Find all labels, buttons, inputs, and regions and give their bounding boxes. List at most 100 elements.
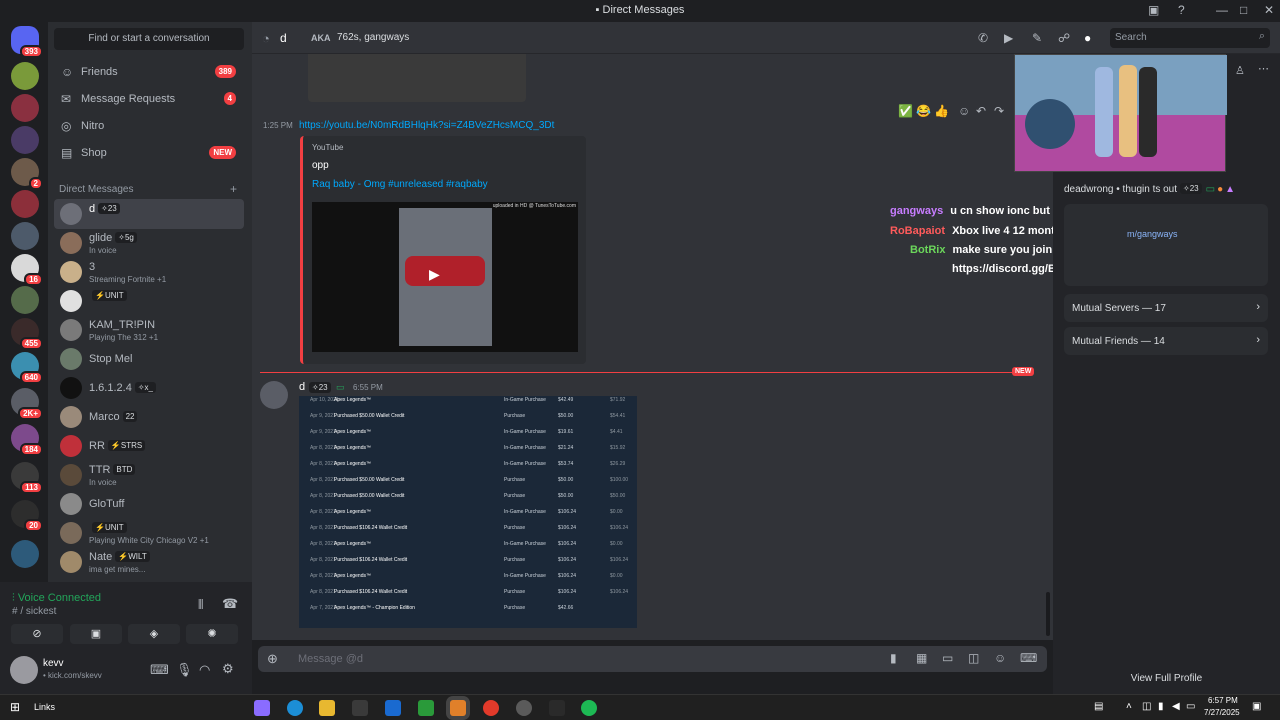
camera-off-button[interactable]: ⊘	[11, 624, 63, 644]
dm-item[interactable]: RR ⚡STRS	[54, 431, 244, 461]
embed-title[interactable]: Raq baby - Omg #unreleased #raqbaby	[312, 179, 488, 190]
nav-nitro[interactable]: ◎ Nitro	[54, 113, 244, 139]
mic-tray-icon[interactable]: ▮	[1158, 701, 1164, 712]
dm-item[interactable]: 3 Streaming Fortnite +1	[54, 257, 244, 287]
server-icon[interactable]	[11, 222, 39, 250]
create-dm-icon[interactable]: +	[230, 182, 237, 196]
dm-item[interactable]: ⚡UNIT Playing White City Chicago V2 +1	[54, 518, 244, 548]
attach-icon[interactable]: ⊕	[267, 651, 278, 667]
call-icon[interactable]: ✆	[978, 31, 988, 45]
file-explorer-icon[interactable]	[319, 700, 335, 716]
sticker-icon[interactable]: ◫	[968, 651, 979, 665]
nav-shop[interactable]: ▤ Shop NEW	[54, 140, 244, 166]
tray-chevron-icon[interactable]: ˄	[1126, 701, 1132, 712]
server-icon[interactable]	[11, 540, 39, 568]
stream-preview[interactable]	[1014, 54, 1227, 172]
lock-icon[interactable]: ▮	[890, 651, 897, 665]
user-avatar[interactable]	[10, 656, 38, 684]
server-icon[interactable]: 113	[11, 462, 43, 494]
emoji-icon[interactable]: ☺	[994, 651, 1006, 665]
xbox-icon[interactable]	[418, 700, 434, 716]
reaction-thumbs[interactable]: 👍	[934, 104, 949, 118]
store-icon[interactable]	[352, 700, 368, 716]
image-attachment[interactable]	[308, 54, 526, 102]
maximize-button[interactable]: □	[1240, 3, 1247, 17]
mutual-friends-button[interactable]: Mutual Friends — 14 ›	[1064, 327, 1268, 355]
server-icon[interactable]	[11, 286, 39, 314]
screenshare-button[interactable]: ▣	[70, 624, 122, 644]
play-icon[interactable]: ▶	[429, 266, 440, 283]
mutual-servers-button[interactable]: Mutual Servers — 17 ›	[1064, 294, 1268, 322]
add-friend-icon[interactable]: ♙	[1235, 64, 1245, 77]
find-conversation-button[interactable]: Find or start a conversation	[54, 28, 244, 50]
server-icon[interactable]: 184	[11, 424, 43, 456]
reaction-laugh[interactable]: 😂	[916, 104, 931, 118]
server-icon[interactable]: 2	[11, 158, 43, 190]
view-full-profile-button[interactable]: View Full Profile	[1053, 664, 1280, 694]
dm-item[interactable]: ⚡UNIT	[54, 286, 244, 316]
copilot-icon[interactable]	[254, 700, 270, 716]
apps-icon[interactable]: ⌨	[1020, 651, 1037, 665]
nav-friends[interactable]: ☺ Friends 389	[54, 59, 244, 85]
add-friend-icon[interactable]: ☍	[1058, 31, 1070, 45]
add-reaction-icon[interactable]: ☺	[958, 104, 970, 118]
volume-icon[interactable]: ◀	[1172, 701, 1180, 712]
notification-icon[interactable]: ▣	[1252, 701, 1261, 712]
outlook-icon[interactable]	[385, 700, 401, 716]
profile-toggle-icon[interactable]: ●	[1084, 31, 1091, 45]
video-icon[interactable]: ▶	[1004, 31, 1013, 45]
search-input[interactable]: Search ⌕	[1110, 28, 1270, 48]
clock-time[interactable]: 6:57 PM	[1208, 696, 1238, 705]
spotify-icon[interactable]	[581, 700, 597, 716]
battery-icon[interactable]: ▭	[1186, 701, 1195, 712]
scrollbar[interactable]	[1046, 592, 1050, 636]
dm-item[interactable]: Stop Mel	[54, 344, 244, 374]
reply-icon[interactable]: ↶	[976, 104, 986, 118]
chrome-icon[interactable]	[483, 700, 499, 716]
keyboard-icon[interactable]: ▤	[1094, 701, 1103, 712]
author-avatar[interactable]	[260, 381, 288, 409]
pin-icon[interactable]: ✎	[1032, 31, 1042, 45]
obs-icon[interactable]	[516, 700, 532, 716]
network-icon[interactable]: ◫	[1142, 701, 1151, 712]
mic-icon[interactable]: 🎙	[176, 662, 193, 678]
dm-item[interactable]: GloTuff	[54, 489, 244, 519]
settings-icon[interactable]: ⚙	[222, 661, 234, 677]
video-player[interactable]: uploaded in HD @ TunesToTube.com ▶	[312, 202, 578, 352]
app-icon[interactable]	[549, 700, 565, 716]
dm-item[interactable]: Marco 22	[54, 402, 244, 432]
help-icon[interactable]: ?	[1178, 3, 1185, 17]
disconnect-icon[interactable]: ☎	[222, 596, 238, 612]
server-icon[interactable]: 16	[11, 254, 43, 286]
message-author[interactable]: d	[299, 381, 305, 393]
forward-icon[interactable]: ↷	[994, 104, 1004, 118]
active-app-icon[interactable]	[450, 700, 466, 716]
dm-item[interactable]: glide ✧5g In voice	[54, 228, 244, 258]
minimize-button[interactable]: —	[1216, 3, 1228, 17]
home-button[interactable]: 393	[11, 26, 43, 58]
activity-button[interactable]: ◈	[128, 624, 180, 644]
soundboard-button[interactable]: ✺	[186, 624, 238, 644]
dm-item[interactable]: Nate ⚡WILT ima get mines...	[54, 547, 244, 577]
message-input[interactable]: Message @d	[298, 653, 363, 665]
noise-suppression-icon[interactable]: ⫴	[198, 597, 203, 613]
profile-link[interactable]: m/gangways	[1127, 229, 1178, 239]
youtube-link[interactable]: https://youtu.be/N0mRdBHlqHk?si=Z4BVeZHc…	[299, 120, 554, 131]
more-icon[interactable]: ⋯	[1258, 62, 1269, 75]
server-icon[interactable]	[11, 62, 39, 90]
headphones-icon[interactable]: ◠	[199, 662, 210, 678]
reaction-check[interactable]: ✅	[898, 104, 913, 118]
dm-item[interactable]: TTR BTD In voice	[54, 460, 244, 490]
gift-icon[interactable]: ▦	[916, 651, 927, 665]
links-toolbar[interactable]: Links	[34, 702, 55, 712]
nav-message-requests[interactable]: ✉ Message Requests 4	[54, 86, 244, 112]
edge-icon[interactable]	[287, 700, 303, 716]
server-icon[interactable]: 455	[11, 318, 43, 350]
clock-date[interactable]: 7/27/2025	[1204, 708, 1240, 717]
server-icon[interactable]: 640	[11, 352, 43, 384]
dm-item[interactable]: 1.6.1.2.4 ✧x_	[54, 373, 244, 403]
dm-item[interactable]: KAM_TR!PIN Playing The 312 +1	[54, 315, 244, 345]
close-button[interactable]: ✕	[1264, 3, 1274, 17]
server-icon[interactable]	[11, 190, 39, 218]
server-icon[interactable]: 2K+	[11, 388, 43, 420]
